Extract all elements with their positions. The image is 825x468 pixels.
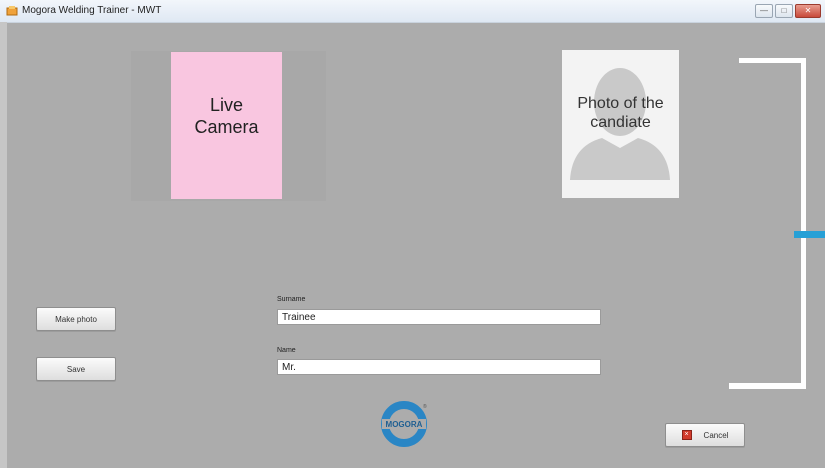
surname-input[interactable]: Trainee (277, 309, 601, 325)
cancel-icon: × (681, 430, 692, 440)
logo-trademark: ® (423, 403, 427, 410)
cancel-label: Cancel (703, 430, 729, 440)
window-controls: — □ ✕ (755, 4, 821, 18)
live-camera-view: Live Camera (171, 52, 282, 199)
mogora-logo: MOGORA ® (381, 401, 427, 447)
window-left-edge (0, 22, 7, 468)
window-title: Mogora Welding Trainer - MWT (22, 5, 162, 16)
name-input[interactable]: Mr. (277, 359, 601, 375)
blue-marker (794, 231, 825, 238)
logo-text: MOGORA (386, 420, 423, 429)
make-photo-button[interactable]: Make photo (36, 307, 116, 331)
photo-label: Photo of the candiate (577, 95, 664, 131)
bracket-right (801, 58, 806, 389)
make-photo-label: Make photo (55, 314, 97, 324)
candidate-photo: Photo of the candiate (562, 50, 679, 198)
name-label: Name (277, 347, 296, 354)
maximize-button[interactable]: □ (775, 4, 793, 18)
minimize-button[interactable]: — (755, 4, 773, 18)
surname-label: Surname (277, 296, 306, 303)
save-button[interactable]: Save (36, 357, 116, 381)
close-button[interactable]: ✕ (795, 4, 821, 18)
maximize-icon: □ (781, 6, 787, 15)
cancel-button[interactable]: × Cancel (665, 423, 745, 447)
minimize-icon: — (760, 6, 768, 15)
app-icon (6, 6, 18, 16)
save-label: Save (66, 364, 86, 374)
bracket-top (739, 58, 805, 63)
bracket-bottom (729, 383, 806, 389)
title-bar: Mogora Welding Trainer - MWT — □ ✕ (0, 0, 825, 23)
close-icon: ✕ (804, 6, 812, 15)
camera-label: Live Camera (194, 95, 259, 137)
